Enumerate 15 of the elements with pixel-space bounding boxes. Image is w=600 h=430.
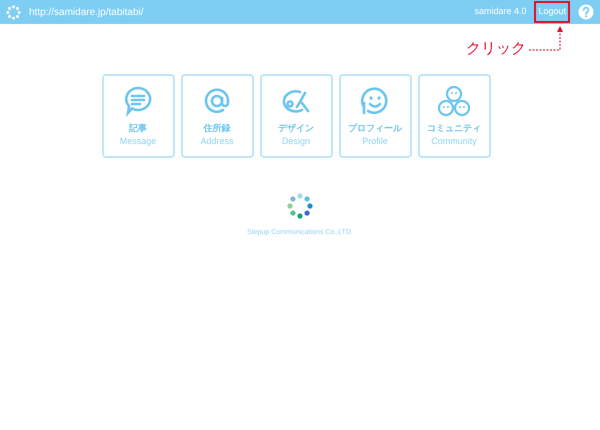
logout-button[interactable]: Logout [534,1,570,23]
annotation-label: クリック [466,41,526,56]
loading-spinner-icon [286,192,314,220]
speech-bubble-icon [122,85,154,117]
version-label: samidare 4.0 [474,5,526,18]
menu-tile[interactable]: プロフィール Profile [338,74,412,158]
menu-tile[interactable]: 記事 Message [102,74,174,158]
site-url: http://samidare.jp/tabitabi/ [29,6,145,20]
menu-tile[interactable]: デザイン Design [260,74,332,158]
three-faces-icon [437,85,471,117]
annotation-arrow [528,26,564,52]
loading-icon [6,4,21,20]
help-icon[interactable] [578,4,594,20]
menu-tile[interactable]: コミュニティ Community [418,74,490,158]
menu-tile[interactable]: 住所録 Address [180,74,254,158]
